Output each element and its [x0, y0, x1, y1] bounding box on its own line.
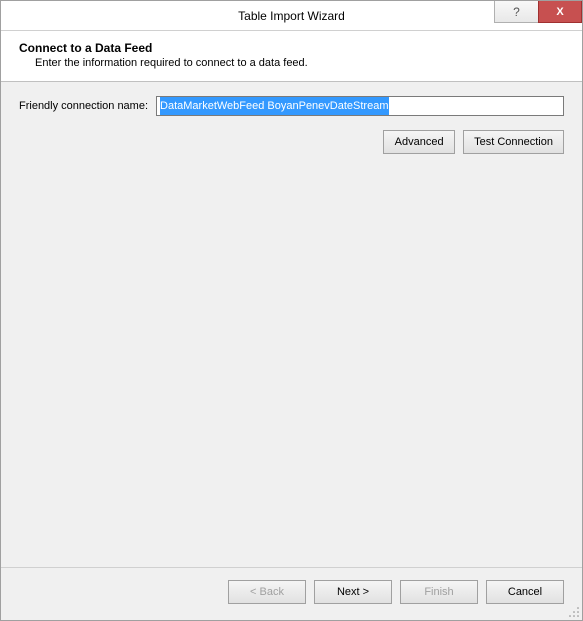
titlebar-controls: ? X	[494, 1, 582, 30]
advanced-button[interactable]: Advanced	[383, 130, 455, 154]
test-connection-button[interactable]: Test Connection	[463, 130, 564, 154]
wizard-window: Table Import Wizard ? X Connect to a Dat…	[0, 0, 583, 621]
connection-button-row: Advanced Test Connection	[19, 130, 564, 154]
wizard-body: Friendly connection name: DataMarketWebF…	[1, 82, 582, 567]
next-button[interactable]: Next >	[314, 580, 392, 604]
page-title: Connect to a Data Feed	[19, 41, 564, 55]
back-button[interactable]: < Back	[228, 580, 306, 604]
close-button[interactable]: X	[538, 1, 582, 23]
friendly-name-value: DataMarketWebFeed BoyanPenevDateStream	[160, 97, 388, 115]
titlebar: Table Import Wizard ? X	[1, 1, 582, 31]
friendly-name-label: Friendly connection name:	[19, 100, 148, 112]
cancel-button[interactable]: Cancel	[486, 580, 564, 604]
friendly-name-row: Friendly connection name: DataMarketWebF…	[19, 96, 564, 116]
page-subtitle: Enter the information required to connec…	[19, 57, 564, 69]
close-icon: X	[556, 6, 563, 18]
resize-grip-icon	[568, 606, 580, 618]
finish-button[interactable]: Finish	[400, 580, 478, 604]
help-button[interactable]: ?	[494, 1, 538, 23]
wizard-footer: < Back Next > Finish Cancel	[1, 567, 582, 620]
friendly-name-input[interactable]: DataMarketWebFeed BoyanPenevDateStream	[156, 96, 564, 116]
wizard-header: Connect to a Data Feed Enter the informa…	[1, 31, 582, 81]
help-icon: ?	[513, 5, 520, 19]
